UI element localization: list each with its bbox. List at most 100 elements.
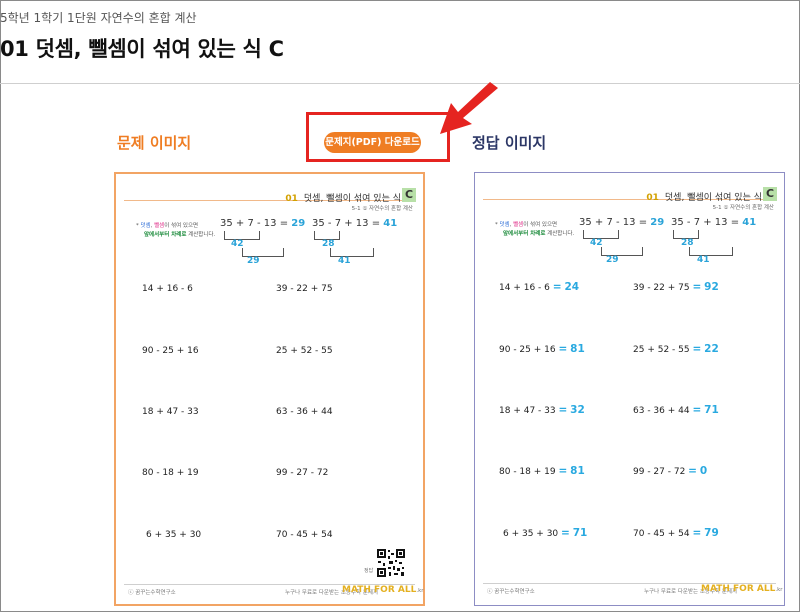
problem-worksheet-image[interactable]: 01 덧셈, 뺄셈이 섞여 있는 식 C 5-1 ① 자연수의 혼합 계산 * 덧…	[114, 172, 425, 606]
problem-5: 18 + 47 - 33	[142, 407, 199, 417]
brand-text: MATH FOR ALL	[701, 584, 776, 594]
answer-1-expr: 14 + 16 - 6	[499, 283, 550, 293]
example-2-step-2: 41	[338, 256, 351, 266]
equals-sign: =	[561, 527, 570, 539]
brand-suffix: .kr	[775, 587, 783, 593]
worksheet-brand-logo: MATH FOR ALL.kr	[701, 584, 783, 594]
answer-7: 80 - 18 + 19 = 81	[499, 465, 585, 477]
example-2-answer: 41	[383, 218, 398, 229]
example-1-answer: 29	[650, 217, 665, 228]
answer-4-expr: 25 + 52 - 55	[633, 345, 690, 355]
equals-sign: =	[692, 527, 702, 539]
worksheet-title: 01 덧셈, 뺄셈이 섞여 있는 식	[646, 190, 762, 203]
example-1-answer: 29	[291, 218, 306, 229]
worksheet-instruction-2: 앞에서부터 차례로 계산합니다.	[144, 230, 215, 238]
example-1-step-2: 29	[606, 255, 619, 265]
example-1-step-2: 29	[247, 256, 260, 266]
answer-8-expr: 99 - 27 - 72	[633, 467, 686, 477]
worksheet-title-text: 덧셈, 뺄셈이 섞여 있는 식	[664, 193, 762, 203]
answer-2: 39 - 22 + 75 = 92	[633, 281, 719, 293]
answer-9-value: 71	[572, 527, 588, 539]
equals-sign: =	[558, 465, 568, 477]
answer-10-expr: 70 - 45 + 54	[633, 529, 690, 539]
worksheet-level-badge: C	[402, 188, 416, 202]
worksheet-subtitle: 5-1 ① 자연수의 혼합 계산	[351, 206, 413, 212]
equals-sign: =	[692, 281, 702, 293]
header-divider	[0, 83, 800, 84]
problem-2: 39 - 22 + 75	[276, 284, 333, 294]
equals-sign: =	[552, 281, 562, 293]
answer-10: 70 - 45 + 54 = 79	[633, 527, 719, 539]
answer-7-expr: 80 - 18 + 19	[499, 467, 556, 477]
example-1-expr: 35 + 7 - 13 =	[220, 218, 292, 229]
answer-1: 14 + 16 - 6 = 24	[499, 281, 579, 293]
example-1-expr: 35 + 7 - 13 =	[579, 217, 651, 228]
problem-4: 25 + 52 - 55	[276, 346, 333, 356]
problem-6: 63 - 36 + 44	[276, 407, 333, 417]
worksheet-instruction-1: * 덧셈, 뺄셈이 섞여 있으면	[136, 223, 199, 229]
qr-code-icon	[376, 548, 406, 578]
worksheet-instruction-2: 앞에서부터 차례로 계산합니다.	[503, 229, 574, 237]
answer-2-value: 92	[704, 281, 719, 293]
page-title: 01 덧셈, 뺄셈이 섞여 있는 식 C	[0, 37, 284, 61]
answer-4-value: 22	[704, 343, 719, 355]
worksheet-footer-copyright: ⓒ 꿈꾸는수학연구소	[128, 590, 176, 596]
worksheet-footer-copyright: ⓒ 꿈꾸는수학연구소	[487, 589, 535, 595]
worksheet-title: 01 덧셈, 뺄셈이 섞여 있는 식	[285, 191, 401, 204]
worksheet-brand-logo: MATH FOR ALL.kr	[342, 585, 424, 595]
example-2-expr: 35 - 7 + 13 =	[671, 217, 743, 228]
answer-8: 99 - 27 - 72 = 0	[633, 465, 707, 477]
instruction-line2-rest: 계산합니다.	[545, 231, 575, 237]
answer-2-expr: 39 - 22 + 75	[633, 283, 690, 293]
example-2-expression: 35 - 7 + 13 = 41	[671, 217, 756, 228]
red-arrow-icon	[440, 82, 498, 134]
example-2-bracket-2	[330, 248, 374, 257]
brand-suffix: .kr	[416, 588, 424, 594]
answer-worksheet-image[interactable]: 01 덧셈, 뺄셈이 섞여 있는 식 C 5-1 ① 자연수의 혼합 계산 * 덧…	[474, 172, 785, 606]
instruction-keyword-sub: 뺄셈	[154, 223, 165, 229]
example-2-expr: 35 - 7 + 13 =	[312, 218, 384, 229]
answer-5-expr: 18 + 47 - 33	[499, 406, 556, 416]
problem-10: 70 - 45 + 54	[276, 530, 333, 540]
equals-sign: =	[688, 465, 697, 477]
worksheet-number: 01	[646, 193, 659, 203]
equals-sign: =	[558, 343, 568, 355]
problem-image-label: 문제 이미지	[117, 134, 192, 152]
qr-label: 정답	[364, 568, 374, 574]
brand-text: MATH FOR ALL	[342, 585, 417, 595]
answer-6-expr: 63 - 36 + 44	[633, 406, 690, 416]
example-1-expression: 35 + 7 - 13 = 29	[579, 217, 664, 228]
problem-9: 6 + 35 + 30	[146, 530, 202, 540]
worksheet-instruction-1: * 덧셈, 뺄셈이 섞여 있으면	[495, 222, 558, 228]
example-2-bracket-2	[689, 247, 733, 256]
instruction-line1-rest: 이 섞여 있으면	[164, 223, 199, 229]
instruction-highlight: 앞에서부터 차례로	[144, 232, 187, 238]
worksheet-number: 01	[285, 194, 298, 204]
answer-5: 18 + 47 - 33 = 32	[499, 404, 585, 416]
answer-7-value: 81	[570, 465, 585, 477]
instruction-line1-rest: 이 섞여 있으면	[523, 222, 558, 228]
example-2-answer: 41	[742, 217, 757, 228]
answer-9: 6 + 35 + 30 = 71	[503, 527, 587, 539]
problem-3: 90 - 25 + 16	[142, 346, 199, 356]
answer-4: 25 + 52 - 55 = 22	[633, 343, 719, 355]
instruction-keyword-add: 덧셈	[499, 222, 510, 228]
instruction-keyword-sub: 뺄셈	[513, 222, 524, 228]
answer-1-value: 24	[564, 281, 580, 293]
instruction-highlight: 앞에서부터 차례로	[503, 231, 546, 237]
pdf-download-button[interactable]: 문제지(PDF) 다운로드	[324, 132, 421, 153]
worksheet-title-text: 덧셈, 뺄셈이 섞여 있는 식	[303, 194, 401, 204]
example-2-expression: 35 - 7 + 13 = 41	[312, 218, 397, 229]
breadcrumb: 5학년 1학기 1단원 자연수의 혼합 계산	[0, 11, 197, 25]
equals-sign: =	[558, 404, 568, 416]
answer-6-value: 71	[704, 404, 719, 416]
problem-7: 80 - 18 + 19	[142, 468, 199, 478]
equals-sign: =	[692, 404, 702, 416]
example-2-step-2: 41	[697, 255, 710, 265]
example-1-expression: 35 + 7 - 13 = 29	[220, 218, 305, 229]
worksheet-subtitle: 5-1 ① 자연수의 혼합 계산	[712, 205, 774, 211]
instruction-keyword-add: 덧셈	[140, 223, 151, 229]
problem-8: 99 - 27 - 72	[276, 468, 329, 478]
answer-10-value: 79	[704, 527, 719, 539]
answer-6: 63 - 36 + 44 = 71	[633, 404, 719, 416]
